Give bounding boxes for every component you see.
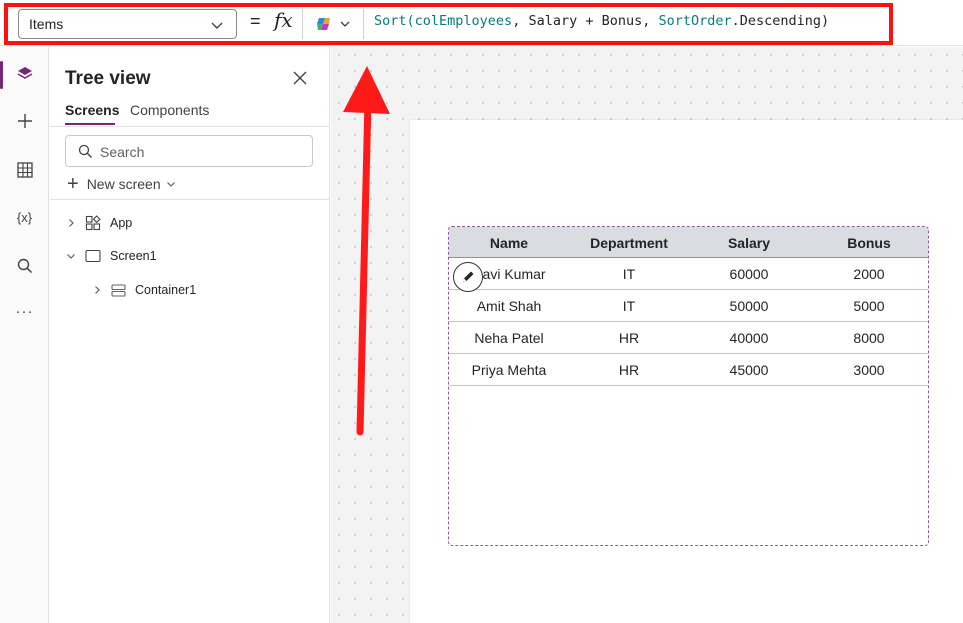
new-screen-label: New screen bbox=[86, 176, 161, 192]
cell-name: Priya Mehta bbox=[471, 362, 547, 378]
tab-screens[interactable]: Screens bbox=[65, 102, 119, 118]
formula-function: Sort( bbox=[374, 13, 415, 29]
chevron-down-icon bbox=[211, 22, 223, 29]
cell-bonus: 8000 bbox=[853, 330, 885, 346]
close-icon[interactable] bbox=[292, 70, 308, 86]
panel-title: Tree view bbox=[65, 68, 151, 89]
column-header-bonus[interactable]: Bonus bbox=[809, 235, 929, 251]
insert-rail-button[interactable] bbox=[0, 102, 49, 140]
chevron-right-icon bbox=[95, 286, 100, 294]
cell-salary: 45000 bbox=[729, 362, 769, 378]
tree-search-input[interactable]: Search bbox=[65, 135, 313, 167]
column-header-department[interactable]: Department bbox=[569, 235, 689, 251]
cell-salary: 40000 bbox=[729, 330, 769, 346]
tree-node-app[interactable]: App bbox=[66, 215, 132, 231]
cell-bonus: 2000 bbox=[853, 266, 885, 282]
search-rail-button[interactable] bbox=[0, 247, 49, 285]
cell-name: Amit Shah bbox=[476, 298, 542, 314]
divider bbox=[50, 199, 330, 200]
active-tab-indicator bbox=[65, 123, 115, 125]
pencil-icon bbox=[463, 271, 474, 282]
table-header: Name Department Salary Bonus bbox=[449, 227, 928, 258]
table-row[interactable]: Amit Shah IT 50000 5000 bbox=[449, 290, 928, 322]
tree-node-label: App bbox=[110, 216, 133, 230]
plus-icon: + bbox=[67, 173, 79, 195]
formula-enum: SortOrder bbox=[658, 13, 732, 29]
app-icon bbox=[85, 215, 101, 231]
new-screen-button[interactable]: + New screen bbox=[67, 173, 176, 195]
cell-department: IT bbox=[622, 266, 636, 282]
variables-icon: {x} bbox=[16, 209, 33, 225]
column-header-name[interactable]: Name bbox=[449, 235, 569, 251]
tree-node-label: Screen1 bbox=[110, 249, 157, 263]
annotation-arrow-icon bbox=[343, 66, 390, 436]
cell-name: Neha Patel bbox=[474, 330, 544, 346]
plus-icon bbox=[17, 114, 32, 128]
cell-bonus: 3000 bbox=[853, 362, 885, 378]
column-header-salary[interactable]: Salary bbox=[689, 235, 809, 251]
cell-salary: 60000 bbox=[729, 266, 769, 282]
formula-middle: , Salary + Bonus, bbox=[512, 13, 659, 29]
formula-bar: Items = fx Sort(colEmployees, Salary + B… bbox=[0, 0, 963, 46]
search-placeholder: Search bbox=[100, 144, 145, 160]
formula-input[interactable]: Sort(colEmployees, Salary + Bonus, SortO… bbox=[374, 13, 829, 29]
tree-node-screen1[interactable]: Screen1 bbox=[66, 249, 157, 263]
variables-rail-button[interactable]: {x} bbox=[0, 198, 49, 236]
cell-department: HR bbox=[618, 362, 640, 378]
container-icon bbox=[111, 283, 126, 297]
table-row[interactable]: Ravi Kumar IT 60000 2000 bbox=[449, 258, 928, 290]
search-icon bbox=[17, 258, 32, 274]
tree-view-rail-button[interactable] bbox=[0, 55, 49, 93]
property-dropdown-value: Items bbox=[29, 16, 64, 32]
search-icon bbox=[78, 144, 92, 158]
screen-icon bbox=[85, 249, 101, 263]
left-rail: {x} ··· bbox=[0, 47, 49, 623]
tree-view-panel: Tree view Screens Components Search + Ne… bbox=[50, 47, 330, 623]
formula-collection: colEmployees bbox=[414, 13, 513, 29]
copilot-button[interactable] bbox=[302, 9, 364, 39]
formula-tail: .Descending) bbox=[731, 13, 830, 29]
table-icon bbox=[16, 162, 33, 178]
cell-department: IT bbox=[622, 298, 636, 314]
more-rail-button[interactable]: ··· bbox=[0, 292, 49, 330]
layers-icon bbox=[17, 67, 32, 79]
tab-components[interactable]: Components bbox=[130, 102, 209, 118]
cell-salary: 50000 bbox=[729, 298, 769, 314]
property-dropdown[interactable]: Items bbox=[18, 9, 237, 39]
chevron-down-icon bbox=[67, 254, 75, 259]
tree-node-label: Container1 bbox=[135, 283, 197, 297]
copilot-icon bbox=[317, 18, 330, 30]
tree-node-container1[interactable]: Container1 bbox=[92, 283, 196, 297]
cell-bonus: 5000 bbox=[853, 298, 885, 314]
equals-sign: = bbox=[250, 11, 261, 31]
cell-department: HR bbox=[618, 330, 640, 346]
divider bbox=[50, 126, 330, 127]
chevron-down-icon bbox=[166, 182, 175, 187]
table-row[interactable]: Neha Patel HR 40000 8000 bbox=[449, 322, 928, 354]
fx-icon[interactable]: fx bbox=[274, 8, 293, 32]
more-icon: ··· bbox=[15, 302, 34, 320]
chevron-right-icon bbox=[69, 219, 74, 227]
data-rail-button[interactable] bbox=[0, 151, 49, 189]
edit-pencil-icon[interactable] bbox=[453, 262, 483, 292]
table-row[interactable]: Priya Mehta HR 45000 3000 bbox=[449, 354, 928, 386]
chevron-down-icon bbox=[340, 21, 350, 27]
data-table[interactable]: Name Department Salary Bonus Ravi Kumar … bbox=[448, 226, 929, 546]
